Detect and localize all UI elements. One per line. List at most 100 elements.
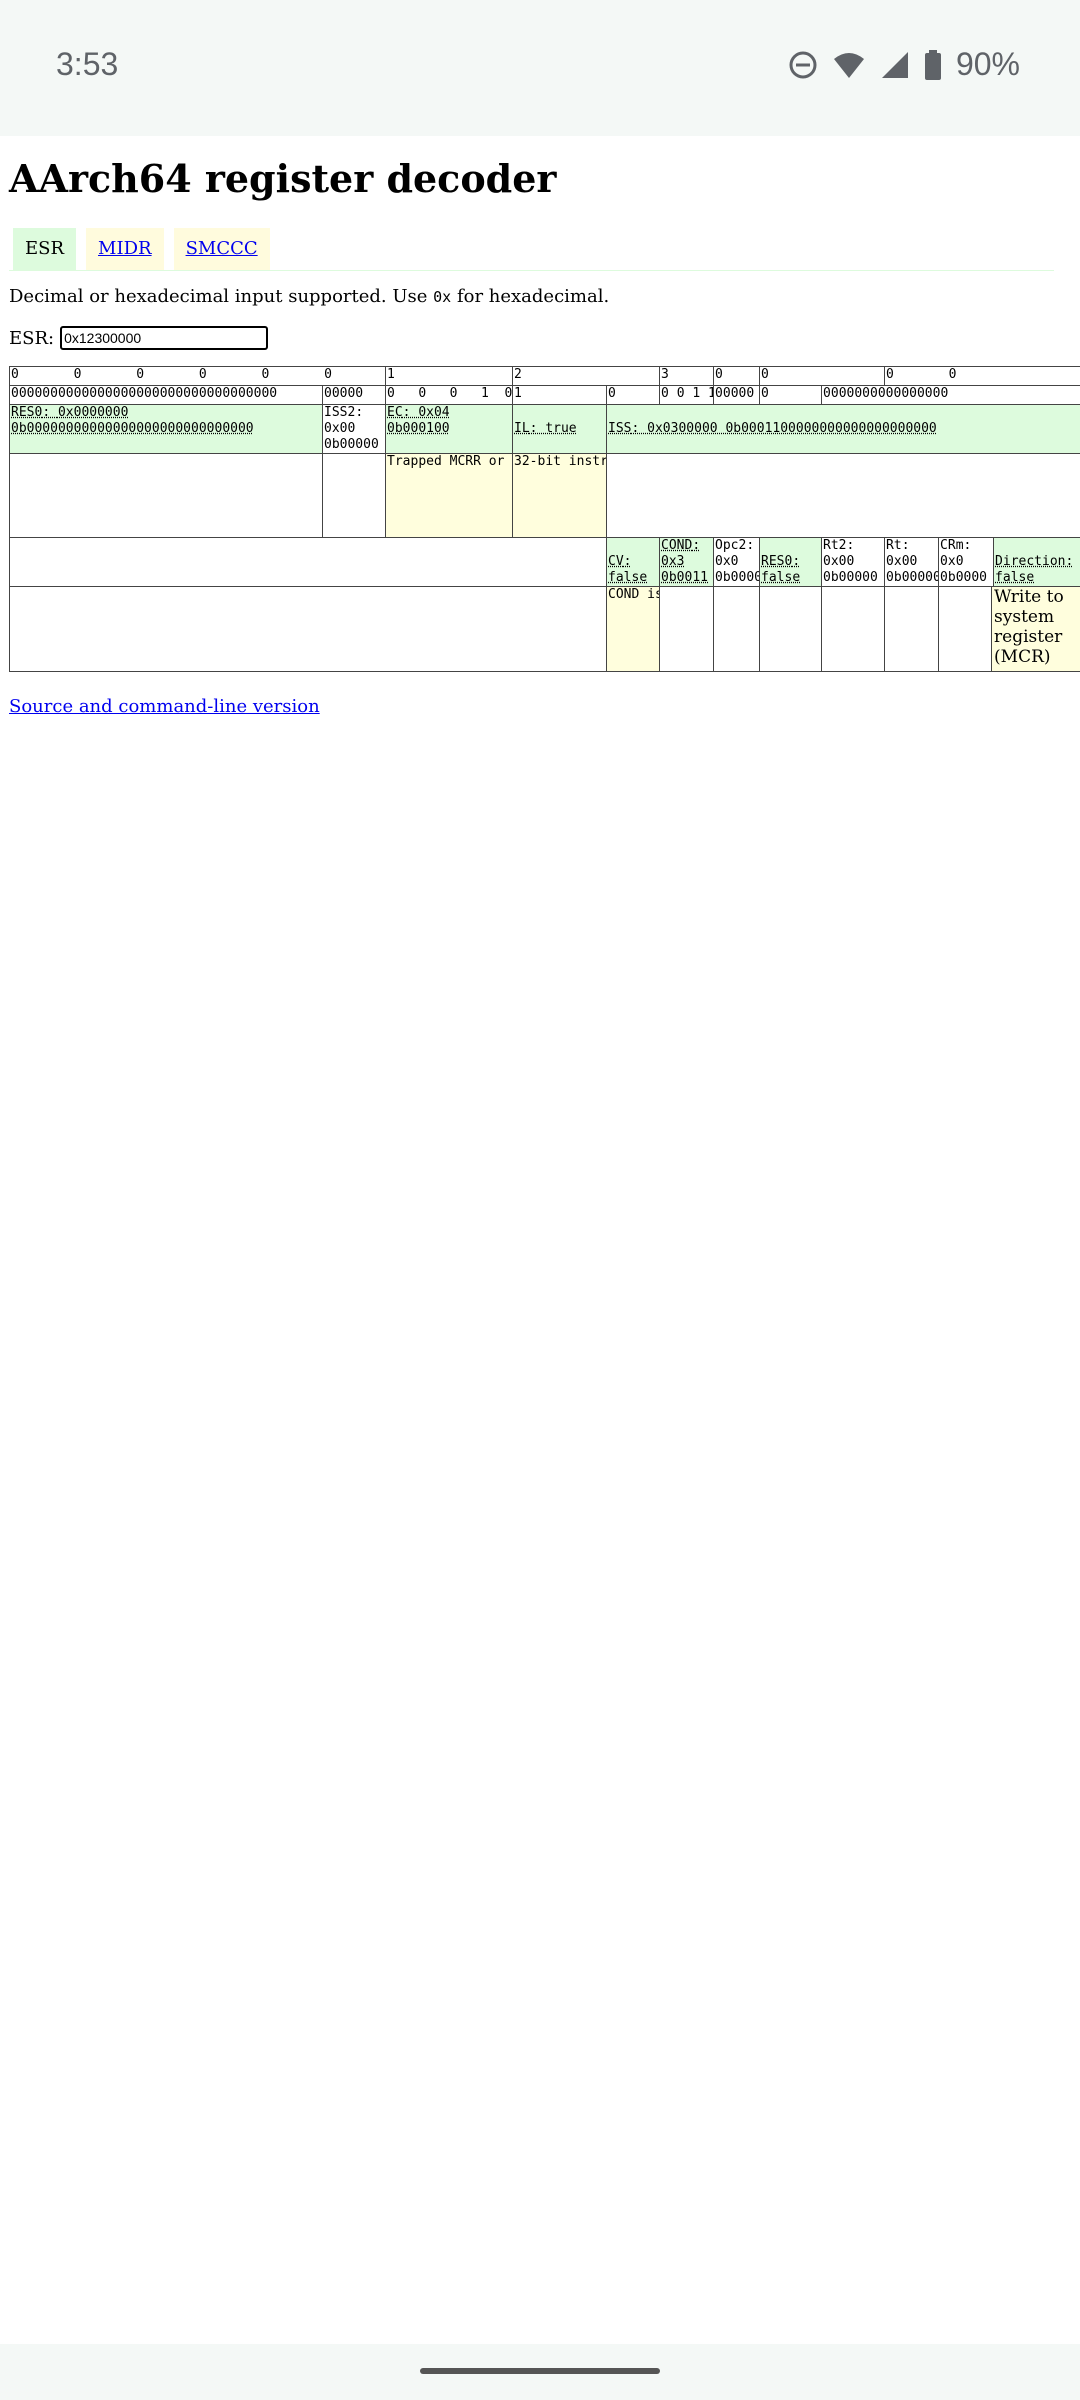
bit: 1: [480, 386, 489, 402]
field-name: RES0: [11, 405, 43, 421]
field-name: ISS2: [324, 405, 356, 421]
field-name: ISS: [608, 421, 632, 436]
desc-empty: [713, 586, 761, 672]
source-link[interactable]: Source and command-line version: [9, 696, 320, 717]
clock: 3:53: [56, 46, 119, 82]
bit: 0: [676, 386, 685, 402]
tab-smccc-link[interactable]: SMCCC: [186, 238, 258, 259]
bit: 0: [909, 386, 917, 402]
field-bin: 0b00000: [823, 570, 878, 585]
bit: 0: [722, 386, 731, 402]
il-description: 32-bit instruction trapped: [512, 453, 608, 538]
iss-field-row: CV: false COND: 0x3 0b0011 Opc2: 0x0 0b0000 R…: [8, 537, 1080, 587]
hint-text: Decimal or hexadecimal input supported. …: [9, 286, 434, 307]
bits-iss2: 00000: [321, 385, 387, 405]
desc-empty: [940, 587, 993, 671]
wifi-icon: [833, 52, 864, 78]
field-bin: 0b00000: [324, 437, 379, 452]
nibble: 0: [136, 367, 145, 383]
desc-empty: [606, 453, 1080, 538]
navigation-bar: [0, 2344, 1080, 2400]
nibble-cell: 0 0: [759, 366, 886, 386]
bit: 0: [901, 386, 910, 402]
bit: 0: [916, 386, 925, 402]
status-icons: 90%: [788, 46, 1020, 83]
field-crm-dir: CRm: 0x0 0b0000 Direction: false: [938, 537, 1080, 587]
bit: 0: [387, 386, 395, 402]
home-gesture-handle[interactable]: [420, 2368, 660, 2374]
bit: 0: [862, 386, 870, 402]
field-row: RES0: 0x0000000 0b00000000000000000000000…: [9, 404, 1080, 454]
direction-description: Write to system register (MCR): [992, 587, 1080, 671]
tab-midr-link[interactable]: MIDR: [98, 238, 152, 259]
page-title: AArch64 register decoder: [9, 156, 557, 201]
register-tabs: ESR MIDR SMCCC: [13, 228, 270, 270]
nibble-cell: 2: [512, 366, 661, 386]
bits-iss-e: 0000000000000000: [821, 385, 1080, 405]
bit: 0: [730, 386, 739, 402]
tab-smccc[interactable]: SMCCC: [173, 228, 270, 270]
field-iss2: ISS2: 0x00 0b00000: [321, 404, 387, 454]
iss-desc-spacer: [8, 586, 608, 672]
nibble-cell: 1: [385, 366, 514, 386]
tabs-divider: [9, 270, 1054, 271]
desc-empty: [884, 586, 940, 672]
field-hex: 0x0000000: [57, 405, 129, 421]
field-hex: 0x00: [886, 554, 918, 569]
bit: 0: [830, 386, 839, 402]
tab-midr[interactable]: MIDR: [86, 228, 164, 270]
field-value: false: [995, 570, 1035, 585]
nibble: 0: [11, 367, 19, 383]
bit: 0: [504, 386, 513, 402]
field-bin: 0b0001100000000000000000000: [725, 421, 937, 436]
field-value: false: [761, 570, 801, 585]
nibble-cells-high: 0 0 0 0 0 0 0 0: [8, 366, 387, 386]
nibble: 0: [73, 367, 82, 383]
input-hint: Decimal or hexadecimal input supported. …: [9, 286, 609, 307]
field-bin: 0b0000: [940, 570, 988, 585]
field-rt: Rt: 0x00 0b00000: [884, 537, 940, 587]
bit: 0: [418, 386, 427, 402]
bit: 1: [692, 386, 701, 402]
bit: 0: [449, 386, 458, 402]
field-name: IL: [514, 421, 530, 436]
bit: 0: [838, 386, 847, 402]
nibble: 0: [715, 367, 723, 383]
description-row: Trapped MCRR or MRRC access with coproc=…: [9, 453, 1080, 538]
hint-text-end: for hexadecimal.: [451, 286, 610, 307]
bit: 0: [924, 386, 933, 402]
bits-iss-b: 0 0 1 1: [659, 385, 715, 405]
field-ec: EC: 0x04 0b000100: [385, 404, 514, 454]
field-hex: 0x3: [661, 554, 685, 569]
tab-esr-label: ESR: [25, 238, 65, 259]
bits-iss-c: 00000: [713, 385, 761, 405]
desc-empty: [821, 586, 886, 672]
field-name: COND: [661, 538, 693, 554]
nibble: 1: [387, 367, 395, 383]
bit: 0: [940, 386, 949, 402]
field-hex: 0x04: [418, 405, 450, 421]
nibble-cell: 0: [713, 366, 761, 386]
field-name: CV: [608, 554, 624, 569]
nibble: 0: [324, 367, 332, 383]
bits-il: 1: [512, 385, 608, 405]
esr-input[interactable]: [60, 326, 269, 350]
field-name: CRm: [940, 538, 964, 554]
field-bin: 0b00000000000000000000000000000: [11, 421, 254, 436]
nibble: 0: [886, 367, 894, 383]
decoder-table: 0 0 0 0 0 0 0 0 1 2 3 0 0 0 0 0 00000000…: [8, 366, 1080, 672]
bits-iss-a: 0: [606, 385, 661, 405]
hint-code: 0x: [433, 288, 452, 306]
field-hex: 0x00: [324, 421, 356, 436]
desc-empty: [9, 453, 323, 538]
esr-label: ESR:: [9, 327, 55, 349]
bit: 0: [715, 386, 723, 402]
field-hex: 0x0: [940, 554, 964, 569]
tab-esr[interactable]: ESR: [13, 228, 77, 270]
field-hex: 0x0300000: [647, 421, 718, 436]
field-crm: CRm: 0x0 0b0000: [940, 538, 995, 586]
desc-empty: [321, 453, 387, 538]
bit: 0: [854, 386, 863, 402]
field-value: false: [608, 570, 648, 585]
nibble: 0: [261, 367, 270, 383]
